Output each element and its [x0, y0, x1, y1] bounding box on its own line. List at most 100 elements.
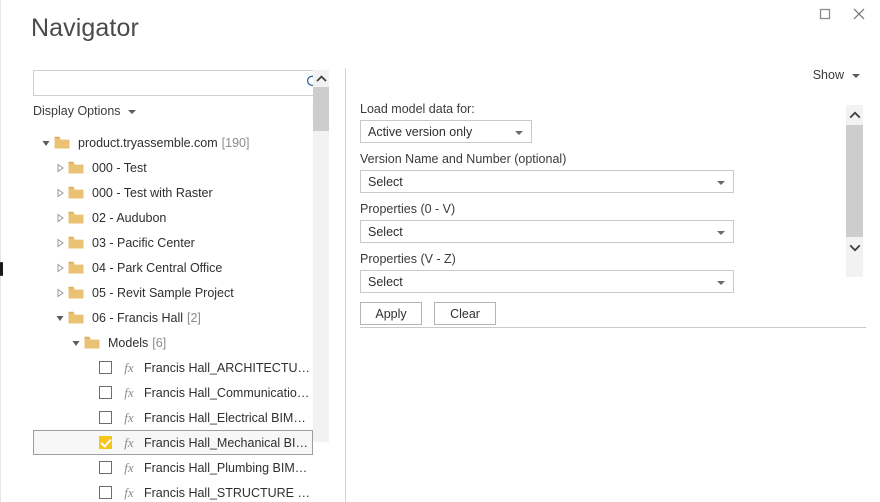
- tree-row[interactable]: product.tryassemble.com [190]: [33, 130, 313, 155]
- window-controls: [810, 2, 874, 26]
- folder-icon: [68, 311, 84, 324]
- twisty-collapsed-icon[interactable]: [52, 260, 68, 276]
- folder-icon: [68, 186, 84, 199]
- tree-row[interactable]: 05 - Revit Sample Project: [33, 280, 313, 305]
- model-tree[interactable]: product.tryassemble.com [190] 000 - Test 00…: [33, 130, 329, 502]
- tree-row[interactable]: fx Francis Hall_Mechanical BIM - SCHE...: [33, 430, 313, 455]
- twisty-collapsed-icon[interactable]: [52, 210, 68, 226]
- tree-row[interactable]: 000 - Test with Raster: [33, 180, 313, 205]
- tree-node-label: 05 - Revit Sample Project: [92, 285, 234, 300]
- page-title: Navigator: [31, 14, 139, 42]
- right-scroll-thumb[interactable]: [846, 125, 863, 237]
- tree-node-label: Francis Hall_ARCHITECTURE BIM_20...: [144, 360, 312, 375]
- search-row: [33, 70, 329, 96]
- display-options-row: Display Options: [33, 102, 329, 124]
- twisty-placeholder: [83, 435, 99, 451]
- tree-node-label: 02 - Audubon: [92, 210, 167, 225]
- function-fx-icon: fx: [124, 485, 134, 500]
- twisty-placeholder: [83, 485, 99, 501]
- model-checkbox[interactable]: [99, 411, 112, 424]
- tree-row[interactable]: 06 - Francis Hall [2]: [33, 305, 313, 330]
- dropdown-3[interactable]: Select: [360, 270, 734, 293]
- tree-node-label: Models: [108, 335, 149, 350]
- dropdown-value: Select: [368, 174, 403, 189]
- tree-node-label: Francis Hall_Plumbing BIM_EDDIE: [144, 460, 312, 475]
- navigator-dialog: Navigator Display Options product.tryass…: [0, 0, 880, 502]
- twisty-collapsed-icon[interactable]: [52, 160, 68, 176]
- field-label: Load model data for:: [360, 102, 475, 116]
- folder-icon: [54, 136, 70, 149]
- clear-button[interactable]: Clear: [434, 302, 496, 325]
- model-checkbox[interactable]: [99, 386, 112, 399]
- dropdown-value: Select: [368, 224, 403, 239]
- section-divider: [360, 327, 866, 328]
- tree-row[interactable]: Models [6]: [33, 330, 313, 355]
- right-scroll-up-button[interactable]: [846, 105, 863, 125]
- model-checkbox[interactable]: [99, 436, 112, 449]
- tree-row[interactable]: fx Francis Hall_STRUCTURE BIM_ EDDIE: [33, 480, 313, 502]
- maximize-button[interactable]: [810, 2, 840, 26]
- function-fx-icon: fx: [124, 435, 134, 450]
- field-label: Version Name and Number (optional): [360, 152, 567, 166]
- twisty-placeholder: [83, 385, 99, 401]
- chevron-up-icon: [315, 74, 327, 82]
- tree-row[interactable]: 04 - Park Central Office: [33, 255, 313, 280]
- folder-icon: [68, 236, 84, 249]
- tree-scroll-up-button[interactable]: [313, 70, 329, 87]
- dropdown-1[interactable]: Select: [360, 170, 734, 193]
- tree-row[interactable]: fx Francis Hall_Plumbing BIM_EDDIE: [33, 455, 313, 480]
- load-options-form: Load model data for: Active version only V…: [360, 102, 840, 325]
- tree-node-label: product.tryassemble.com: [78, 135, 218, 150]
- chevron-down-icon: [515, 131, 523, 135]
- dropdown-0[interactable]: Active version only: [360, 120, 532, 143]
- function-fx-icon: fx: [124, 410, 134, 425]
- tree-scroll-thumb[interactable]: [313, 87, 329, 131]
- twisty-placeholder: [83, 360, 99, 376]
- twisty-collapsed-icon[interactable]: [52, 235, 68, 251]
- pane-divider: [345, 68, 346, 502]
- close-icon: [853, 8, 865, 20]
- tree-row[interactable]: fx Francis Hall_Electrical BIM_EDDIE: [33, 405, 313, 430]
- chevron-up-icon: [849, 111, 860, 118]
- tree-scrollbar[interactable]: [313, 70, 329, 442]
- model-checkbox[interactable]: [99, 361, 112, 374]
- apply-button[interactable]: Apply: [360, 302, 422, 325]
- twisty-expanded-icon[interactable]: [52, 310, 68, 326]
- chevron-down-icon: [852, 74, 860, 78]
- display-options-button[interactable]: Display Options: [33, 104, 136, 118]
- left-pane: Display Options product.tryassemble.com[…: [0, 60, 339, 502]
- model-checkbox[interactable]: [99, 461, 112, 474]
- tree-row[interactable]: 03 - Pacific Center: [33, 230, 313, 255]
- tree-row[interactable]: 02 - Audubon: [33, 205, 313, 230]
- tree-node-count: [6]: [152, 335, 167, 350]
- right-scroll-down-button[interactable]: [846, 237, 863, 257]
- twisty-placeholder: [83, 410, 99, 426]
- model-checkbox[interactable]: [99, 486, 112, 499]
- form-buttons: Apply Clear: [360, 302, 840, 325]
- tree-node-label: Francis Hall_Communications BIM_E...: [144, 385, 312, 400]
- search-input[interactable]: [33, 70, 329, 96]
- show-dropdown[interactable]: Show: [813, 68, 860, 82]
- dropdown-2[interactable]: Select: [360, 220, 734, 243]
- right-pane-scrollbar[interactable]: [846, 105, 863, 277]
- twisty-collapsed-icon[interactable]: [52, 285, 68, 301]
- chevron-down-icon: [127, 110, 136, 114]
- show-label: Show: [812, 68, 844, 82]
- function-fx-icon: fx: [124, 385, 134, 400]
- tree-row[interactable]: fx Francis Hall_Communications BIM_E...: [33, 380, 313, 405]
- tree-node-count: [190]: [221, 135, 250, 150]
- close-button[interactable]: [844, 2, 874, 26]
- tree-row[interactable]: 000 - Test: [33, 155, 313, 180]
- dropdown-value: Active version only: [368, 124, 473, 139]
- display-options-label: Display Options: [33, 104, 121, 118]
- tree-node-label: Francis Hall_STRUCTURE BIM_ EDDIE: [144, 485, 312, 500]
- right-pane: Show Load model data for: Active version …: [360, 60, 880, 502]
- tree-node-label: 000 - Test with Raster: [92, 185, 213, 200]
- twisty-collapsed-icon[interactable]: [52, 185, 68, 201]
- maximize-icon: [819, 8, 831, 20]
- twisty-expanded-icon[interactable]: [38, 135, 54, 151]
- tree-row[interactable]: fx Francis Hall_ARCHITECTURE BIM_20...: [33, 355, 313, 380]
- tree-node-label: Francis Hall_Electrical BIM_EDDIE: [144, 410, 312, 425]
- chevron-down-icon: [849, 244, 860, 251]
- twisty-expanded-icon[interactable]: [68, 335, 84, 351]
